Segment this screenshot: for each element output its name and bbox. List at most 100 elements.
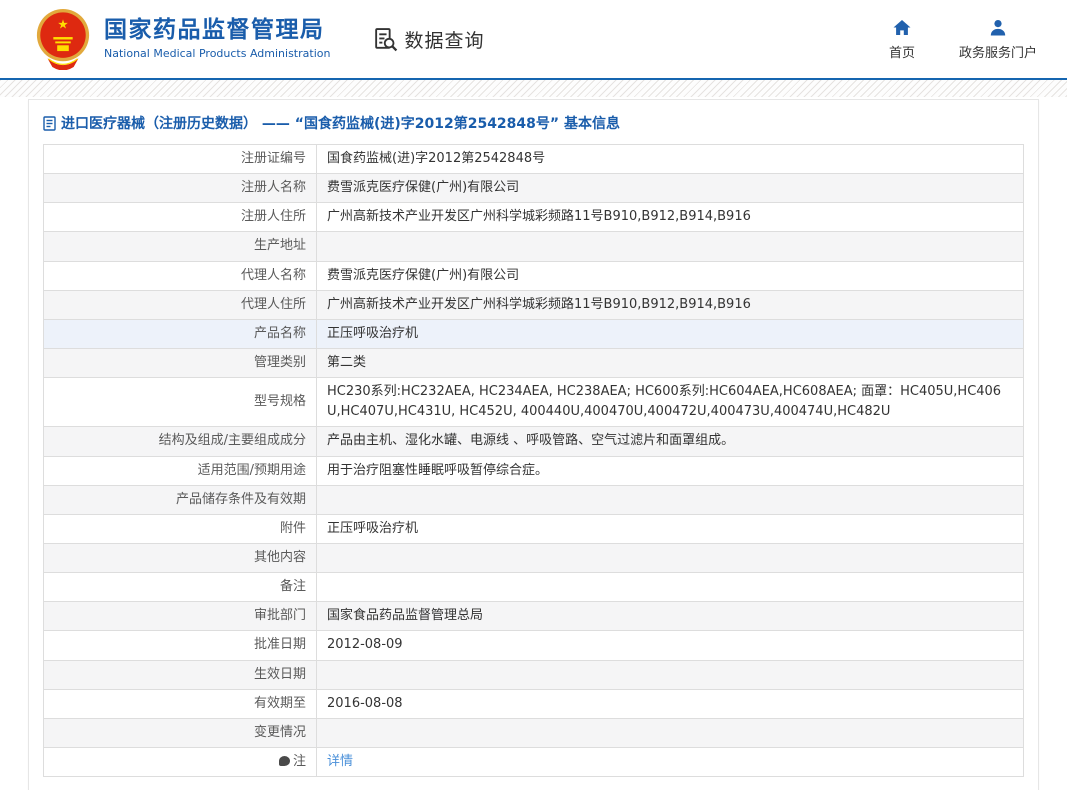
table-row: 代理人名称费雪派克医疗保健(广州)有限公司 — [44, 261, 1024, 290]
org-name-en: National Medical Products Administration — [104, 47, 330, 60]
table-row: 产品名称 正压呼吸治疗机 — [44, 319, 1024, 348]
row-value — [317, 718, 1024, 747]
row-label: 型号规格 — [44, 378, 317, 427]
table-row: 产品储存条件及有效期 — [44, 485, 1024, 514]
row-label: 管理类别 — [44, 348, 317, 377]
row-value: 产品由主机、湿化水罐、电源线 、呼吸管路、空气过滤片和面罩组成。 — [317, 427, 1024, 456]
table-row: 生产地址 — [44, 232, 1024, 261]
table-row: 备注 — [44, 573, 1024, 602]
row-label-text: 其他内容 — [254, 550, 306, 565]
table-row: 变更情况 — [44, 718, 1024, 747]
row-label-text: 生效日期 — [254, 667, 306, 682]
row-value — [317, 485, 1024, 514]
row-label-text: 生产地址 — [254, 238, 306, 253]
row-value: 广州高新技术产业开发区广州科学城彩频路11号B910,B912,B914,B91… — [317, 290, 1024, 319]
detail-link[interactable]: 详情 — [327, 754, 353, 769]
nmpa-emblem-logo: ★ — [34, 8, 92, 70]
row-label: 备注 — [44, 573, 317, 602]
nav-home[interactable]: 首页 — [889, 18, 915, 61]
table-row: 其他内容 — [44, 543, 1024, 572]
row-label: 其他内容 — [44, 543, 317, 572]
row-value: 正压呼吸治疗机 — [317, 319, 1024, 348]
data-query-label: 数据查询 — [404, 26, 484, 53]
table-row: 注 详情 — [44, 747, 1024, 776]
row-value: 国家食品药品监督管理总局 — [317, 602, 1024, 631]
row-label: 生效日期 — [44, 660, 317, 689]
row-value — [317, 543, 1024, 572]
table-row: 型号规格 HC230系列:HC232AEA, HC234AEA, HC238AEA… — [44, 378, 1024, 427]
row-value-text: 正压呼吸治疗机 — [327, 521, 418, 536]
document-icon — [43, 116, 56, 131]
row-value-text: 费雪派克医疗保健(广州)有限公司 — [327, 180, 519, 195]
nav-service-portal-label: 政务服务门户 — [959, 42, 1037, 61]
table-row: 批准日期2012-08-09 — [44, 631, 1024, 660]
row-value-text: HC230系列:HC232AEA, HC234AEA, HC238AEA; HC… — [327, 384, 1001, 419]
row-label: 注 — [44, 747, 317, 776]
row-value-text: 正压呼吸治疗机 — [327, 326, 418, 341]
row-value: 2016-08-08 — [317, 689, 1024, 718]
row-value: 广州高新技术产业开发区广州科学城彩频路11号B910,B912,B914,B91… — [317, 203, 1024, 232]
row-label: 产品名称 — [44, 319, 317, 348]
row-label: 代理人住所 — [44, 290, 317, 319]
row-value: 第二类 — [317, 348, 1024, 377]
row-label: 批准日期 — [44, 631, 317, 660]
row-value-text: 第二类 — [327, 355, 366, 370]
row-label-text: 变更情况 — [254, 725, 306, 740]
table-row: 注册证编号 国食药监械(进)字2012第2542848号 — [44, 145, 1024, 174]
row-value-text: 2016-08-08 — [327, 696, 403, 711]
row-label-text: 型号规格 — [254, 394, 306, 409]
row-value: 费雪派克医疗保健(广州)有限公司 — [317, 174, 1024, 203]
row-label: 注册证编号 — [44, 145, 317, 174]
row-label: 产品储存条件及有效期 — [44, 485, 317, 514]
row-value — [317, 660, 1024, 689]
row-label: 适用范围/预期用途 — [44, 456, 317, 485]
row-value: 2012-08-09 — [317, 631, 1024, 660]
nav-service-portal[interactable]: 政务服务门户 — [959, 18, 1037, 61]
table-row: 代理人住所广州高新技术产业开发区广州科学城彩频路11号B910,B912,B91… — [44, 290, 1024, 319]
hatch-band — [0, 80, 1067, 97]
row-label: 结构及组成/主要组成成分 — [44, 427, 317, 456]
row-label-text: 产品名称 — [254, 326, 306, 341]
table-row: 有效期至 2016-08-08 — [44, 689, 1024, 718]
row-value: 费雪派克医疗保健(广州)有限公司 — [317, 261, 1024, 290]
note-icon — [279, 756, 290, 766]
row-label: 有效期至 — [44, 689, 317, 718]
page-title-text: 进口医疗器械（注册历史数据） —— “国食药监械(进)字2012第2542848… — [61, 113, 620, 133]
table-row: 生效日期 — [44, 660, 1024, 689]
row-value-text: 广州高新技术产业开发区广州科学城彩频路11号B910,B912,B914,B91… — [327, 297, 751, 312]
row-value — [317, 232, 1024, 261]
org-title-block: 国家药品监督管理局 National Medical Products Admi… — [104, 18, 330, 59]
row-label: 代理人名称 — [44, 261, 317, 290]
row-value-text: 国家食品药品监督管理总局 — [327, 608, 483, 623]
row-label-text: 注 — [293, 754, 306, 769]
nav-home-label: 首页 — [889, 42, 915, 61]
table-row: 审批部门国家食品药品监督管理总局 — [44, 602, 1024, 631]
row-label-text: 注册人住所 — [241, 209, 306, 224]
org-name-cn: 国家药品监督管理局 — [104, 18, 330, 43]
row-label-text: 产品储存条件及有效期 — [176, 492, 306, 507]
row-label-text: 注册证编号 — [241, 151, 306, 166]
row-label-text: 管理类别 — [254, 355, 306, 370]
row-label: 变更情况 — [44, 718, 317, 747]
row-value: 正压呼吸治疗机 — [317, 514, 1024, 543]
row-value-text: 国食药监械(进)字2012第2542848号 — [327, 151, 545, 166]
data-query-section[interactable]: 数据查询 — [372, 26, 484, 53]
row-value-text: 用于治疗阻塞性睡眠呼吸暂停综合症。 — [327, 463, 548, 478]
svg-text:★: ★ — [57, 16, 68, 31]
header: ★ 国家药品监督管理局 National Medical Products Ad… — [0, 0, 1067, 78]
row-value-text: 产品由主机、湿化水罐、电源线 、呼吸管路、空气过滤片和面罩组成。 — [327, 433, 734, 448]
row-label-text: 注册人名称 — [241, 180, 306, 195]
info-table: 注册证编号国食药监械(进)字2012第2542848号注册人名称费雪派克医疗保健… — [43, 144, 1024, 777]
table-row: 注册人住所 广州高新技术产业开发区广州科学城彩频路11号B910,B912,B91… — [44, 203, 1024, 232]
content-card: 进口医疗器械（注册历史数据） —— “国食药监械(进)字2012第2542848… — [28, 99, 1039, 790]
info-table-body: 注册证编号国食药监械(进)字2012第2542848号注册人名称费雪派克医疗保健… — [44, 145, 1024, 777]
row-label-text: 代理人名称 — [241, 268, 306, 283]
row-value: 国食药监械(进)字2012第2542848号 — [317, 145, 1024, 174]
row-value-text: 广州高新技术产业开发区广州科学城彩频路11号B910,B912,B914,B91… — [327, 209, 751, 224]
row-value: 详情 — [317, 747, 1024, 776]
document-search-icon — [372, 26, 399, 53]
page-title: 进口医疗器械（注册历史数据） —— “国食药监械(进)字2012第2542848… — [29, 100, 1038, 144]
row-value — [317, 573, 1024, 602]
table-row: 注册人名称 费雪派克医疗保健(广州)有限公司 — [44, 174, 1024, 203]
row-label: 注册人住所 — [44, 203, 317, 232]
